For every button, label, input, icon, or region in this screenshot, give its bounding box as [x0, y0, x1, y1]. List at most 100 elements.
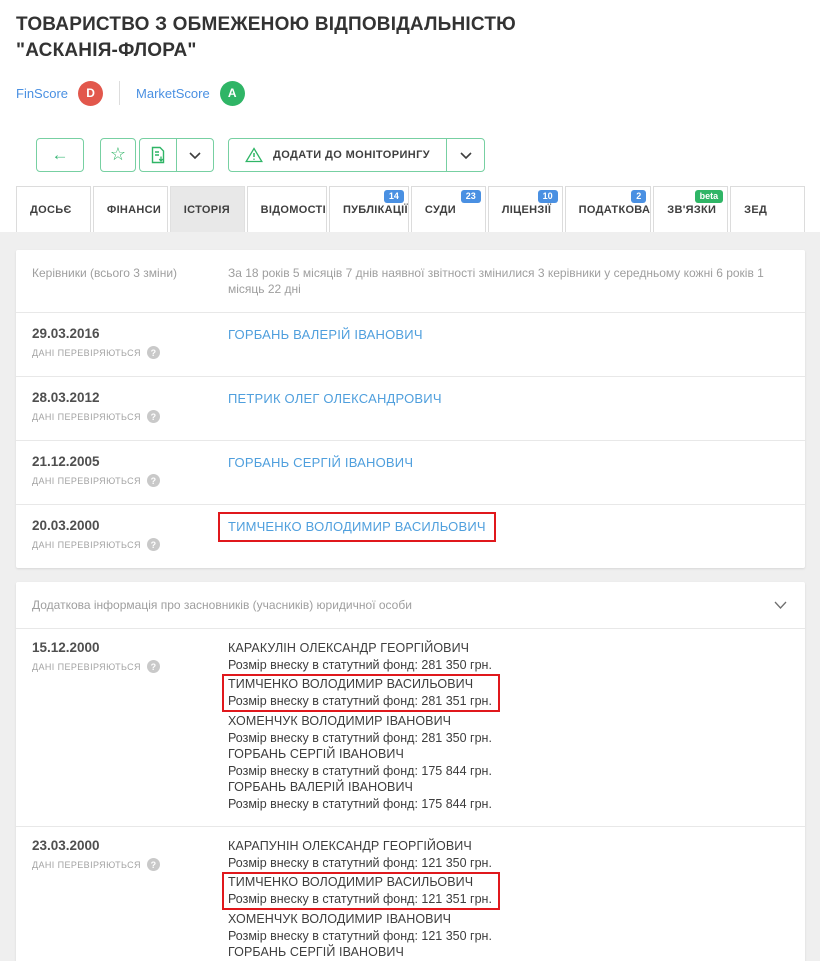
founder-name: ХОМЕНЧУК ВОЛОДИМИР ІВАНОВИЧ: [228, 713, 789, 730]
export-report-button[interactable]: [140, 139, 176, 171]
founder-entry: КАРАКУЛІН ОЛЕКСАНДР ГЕОРГІЙОВИЧ Розмір в…: [228, 640, 789, 673]
person-link[interactable]: ГОРБАНЬ СЕРГІЙ ІВАНОВИЧ: [228, 454, 413, 470]
tab-label: ВІДОМОСТІ: [261, 204, 326, 216]
tab-courts[interactable]: СУДИ 23: [411, 186, 486, 232]
tab-tax[interactable]: ПОДАТКОВА 2: [565, 186, 652, 232]
founders-section-header[interactable]: Додаткова інформація про засновників (уч…: [16, 582, 805, 629]
company-history-page: ТОВАРИСТВО З ОБМЕЖЕНОЮ ВІДПОВІДАЛЬНІСТЮ …: [0, 0, 820, 961]
founder-name: ГОРБАНЬ ВАЛЕРІЙ ІВАНОВИЧ: [228, 779, 789, 796]
table-row: 20.03.2000 ДАНІ ПЕРЕВІРЯЮТЬСЯ ? ТИМЧЕНКО…: [16, 504, 805, 568]
tab-label: ЛІЦЕНЗІЇ: [502, 204, 551, 216]
help-icon[interactable]: ?: [147, 346, 160, 359]
tab-bar: ДОСЬЄ ФІНАНСИ ІСТОРІЯ ВІДОМОСТІ ПУБЛІКАЦ…: [16, 186, 805, 232]
arrow-left-icon: ←: [52, 145, 69, 165]
help-icon[interactable]: ?: [147, 474, 160, 487]
tab-label: ФІНАНСИ: [107, 204, 161, 216]
monitoring-options-dropdown[interactable]: [446, 139, 484, 171]
marketscore-grade-badge[interactable]: A: [220, 81, 245, 106]
chevron-down-icon: [460, 152, 472, 159]
page-header: ТОВАРИСТВО З ОБМЕЖЕНОЮ ВІДПОВІДАЛЬНІСТЮ …: [0, 0, 820, 172]
status-label: ДАНІ ПЕРЕВІРЯЮТЬСЯ: [32, 540, 141, 550]
person-link[interactable]: ТИМЧЕНКО ВОЛОДИМИР ВАСИЛЬОВИЧ: [228, 519, 486, 534]
tab-finances[interactable]: ФІНАНСИ: [93, 186, 168, 232]
founders-block: 23.03.2000 ДАНІ ПЕРЕВІРЯЮТЬСЯ ? КАРАПУНІ…: [16, 826, 805, 961]
help-icon[interactable]: ?: [147, 858, 160, 871]
founder-entry: ХОМЕНЧУК ВОЛОДИМИР ІВАНОВИЧ Розмір внеск…: [228, 911, 789, 944]
score-divider: [119, 81, 120, 105]
table-row: 28.03.2012 ДАНІ ПЕРЕВІРЯЮТЬСЯ ? ПЕТРИК О…: [16, 376, 805, 440]
person-link[interactable]: ПЕТРИК ОЛЕГ ОЛЕКСАНДРОВИЧ: [228, 390, 442, 406]
tab-licenses[interactable]: ЛІЦЕНЗІЇ 10: [488, 186, 563, 232]
tab-connections[interactable]: ЗВ'ЯЗКИ beta: [653, 186, 728, 232]
scores-row: FinScore D MarketScore A: [16, 80, 804, 106]
founder-entry: КАРАПУНІН ОЛЕКСАНДР ГЕОРГІЙОВИЧ Розмір в…: [228, 838, 789, 871]
finscore-link[interactable]: FinScore: [16, 86, 68, 101]
export-button-group: [139, 138, 214, 172]
founder-entry: ГОРБАНЬ СЕРГІЙ ІВАНОВИЧ Розмір внеску в …: [228, 746, 789, 779]
highlight-box: ТИМЧЕНКО ВОЛОДИМИР ВАСИЛЬОВИЧ: [218, 512, 496, 542]
founder-name: ХОМЕНЧУК ВОЛОДИМИР ІВАНОВИЧ: [228, 911, 789, 928]
founder-name: ГОРБАНЬ СЕРГІЙ ІВАНОВИЧ: [228, 944, 789, 961]
founders-section-title: Додаткова інформація про засновників (уч…: [32, 597, 412, 613]
favorite-button[interactable]: ☆: [100, 138, 136, 172]
back-button[interactable]: ←: [36, 138, 84, 172]
export-options-dropdown[interactable]: [176, 139, 213, 171]
finscore-grade-badge[interactable]: D: [78, 81, 103, 106]
founder-entry: ГОРБАНЬ СЕРГІЙ ІВАНОВИЧ Розмір внеску в …: [228, 944, 789, 961]
count-badge: 14: [384, 190, 404, 203]
founder-name: КАРАКУЛІН ОЛЕКСАНДР ГЕОРГІЙОВИЧ: [228, 640, 789, 657]
founder-contribution: Розмір внеску в статутний фонд: 281 350 …: [228, 657, 789, 674]
founder-contribution: Розмір внеску в статутний фонд: 121 351 …: [228, 891, 492, 908]
tab-details[interactable]: ВІДОМОСТІ: [247, 186, 327, 232]
count-badge: 23: [461, 190, 481, 203]
leaders-summary: За 18 років 5 місяців 7 днів наявної зві…: [228, 265, 789, 297]
founders-block: 15.12.2000 ДАНІ ПЕРЕВІРЯЮТЬСЯ ? КАРАКУЛІ…: [16, 629, 805, 826]
tab-label: ПОДАТКОВА: [579, 204, 651, 216]
founder-entry: ГОРБАНЬ ВАЛЕРІЙ ІВАНОВИЧ Розмір внеску в…: [228, 779, 789, 812]
help-icon[interactable]: ?: [147, 660, 160, 673]
tab-label: ДОСЬЄ: [30, 204, 72, 216]
tab-zed[interactable]: ЗЕД: [730, 186, 805, 232]
toolbar: ← ☆: [36, 138, 804, 172]
beta-badge: beta: [695, 190, 724, 203]
tab-publications[interactable]: ПУБЛІКАЦІЇ 14: [329, 186, 409, 232]
founders-card: Додаткова інформація про засновників (уч…: [16, 582, 805, 961]
add-to-monitoring-button[interactable]: ДОДАТИ ДО МОНІТОРИНГУ: [229, 139, 446, 171]
tab-label: ЗВ'ЯЗКИ: [667, 204, 716, 216]
chevron-down-icon: [189, 152, 201, 159]
tab-label: ЗЕД: [744, 204, 767, 216]
count-badge: 2: [631, 190, 646, 203]
founder-contribution: Розмір внеску в статутний фонд: 121 350 …: [228, 928, 789, 945]
leaders-card: Керівники (всього 3 зміни) За 18 років 5…: [16, 250, 805, 568]
founder-name: ТИМЧЕНКО ВОЛОДИМИР ВАСИЛЬОВИЧ: [228, 676, 492, 693]
highlight-box: ТИМЧЕНКО ВОЛОДИМИР ВАСИЛЬОВИЧ Розмір вне…: [222, 674, 500, 712]
count-badge: 10: [538, 190, 558, 203]
marketscore-link[interactable]: MarketScore: [136, 86, 210, 101]
change-date: 28.03.2012: [32, 390, 228, 405]
help-icon[interactable]: ?: [147, 410, 160, 423]
change-date: 15.12.2000: [32, 640, 228, 655]
change-date: 23.03.2000: [32, 838, 228, 853]
founder-entry: ХОМЕНЧУК ВОЛОДИМИР ІВАНОВИЧ Розмір внеск…: [228, 713, 789, 746]
founder-contribution: Розмір внеску в статутний фонд: 281 351 …: [228, 693, 492, 710]
founder-name: ГОРБАНЬ СЕРГІЙ ІВАНОВИЧ: [228, 746, 789, 763]
table-row: 21.12.2005 ДАНІ ПЕРЕВІРЯЮТЬСЯ ? ГОРБАНЬ …: [16, 440, 805, 504]
monitoring-button-label: ДОДАТИ ДО МОНІТОРИНГУ: [273, 149, 430, 161]
founder-name: КАРАПУНІН ОЛЕКСАНДР ГЕОРГІЙОВИЧ: [228, 838, 789, 855]
change-date: 21.12.2005: [32, 454, 228, 469]
person-link[interactable]: ГОРБАНЬ ВАЛЕРІЙ ІВАНОВИЧ: [228, 326, 423, 342]
tab-history[interactable]: ІСТОРІЯ: [170, 186, 245, 232]
star-icon: ☆: [110, 144, 126, 165]
tab-label: ІСТОРІЯ: [184, 204, 230, 216]
status-label: ДАНІ ПЕРЕВІРЯЮТЬСЯ: [32, 412, 141, 422]
highlight-box: ТИМЧЕНКО ВОЛОДИМИР ВАСИЛЬОВИЧ Розмір вне…: [222, 872, 500, 910]
founder-contribution: Розмір внеску в статутний фонд: 281 350 …: [228, 730, 789, 747]
tab-label: СУДИ: [425, 204, 456, 216]
help-icon[interactable]: ?: [147, 538, 160, 551]
change-date: 20.03.2000: [32, 518, 228, 533]
status-label: ДАНІ ПЕРЕВІРЯЮТЬСЯ: [32, 662, 141, 672]
tab-dossier[interactable]: ДОСЬЄ: [16, 186, 91, 232]
table-row: 29.03.2016 ДАНІ ПЕРЕВІРЯЮТЬСЯ ? ГОРБАНЬ …: [16, 313, 805, 376]
leaders-label: Керівники (всього 3 зміни): [32, 265, 228, 297]
change-date: 29.03.2016: [32, 326, 228, 341]
